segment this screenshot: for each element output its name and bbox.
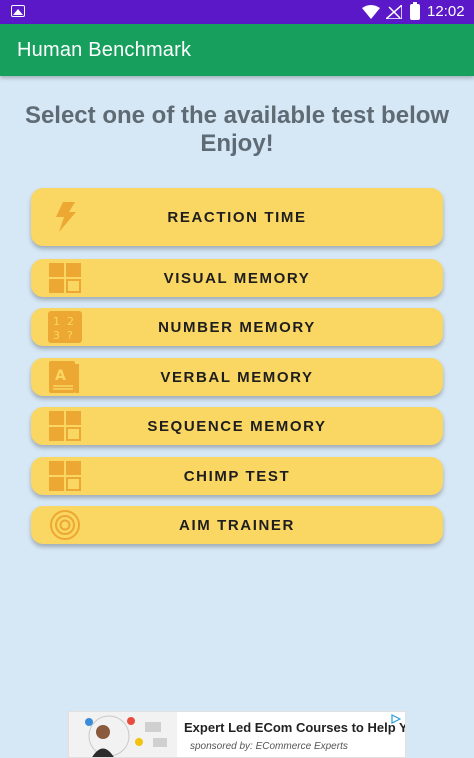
ad-sponsor: sponsored by: ECommerce Experts bbox=[190, 741, 348, 752]
status-bar: 12:02 bbox=[0, 0, 474, 24]
number-memory-button[interactable]: 1 2 3 ? NUMBER MEMORY bbox=[31, 308, 443, 346]
clock: 12:02 bbox=[427, 3, 465, 20]
visual-memory-label: VISUAL MEMORY bbox=[163, 270, 311, 287]
page-headline: Select one of the available test below E… bbox=[24, 102, 450, 157]
verbal-memory-label: VERBAL MEMORY bbox=[160, 369, 314, 386]
number-memory-label: NUMBER MEMORY bbox=[158, 319, 316, 336]
app-title: Human Benchmark bbox=[17, 39, 192, 61]
app-bar: Human Benchmark bbox=[0, 24, 474, 76]
verbal-memory-button[interactable]: A VERBAL MEMORY bbox=[31, 358, 443, 396]
reaction-time-button[interactable]: REACTION TIME bbox=[31, 188, 443, 246]
gallery-icon bbox=[11, 5, 25, 17]
no-signal-icon bbox=[386, 5, 402, 19]
wifi-icon bbox=[362, 5, 380, 19]
sequence-memory-button[interactable]: SEQUENCE MEMORY bbox=[31, 407, 443, 445]
ad-headline: Expert Led ECom Courses to Help Yo... bbox=[184, 720, 406, 735]
chimp-test-button[interactable]: CHIMP TEST bbox=[31, 457, 443, 495]
visual-memory-button[interactable]: VISUAL MEMORY bbox=[31, 259, 443, 297]
ad-banner[interactable]: Expert Led ECom Courses to Help Yo... sp… bbox=[68, 711, 406, 758]
ad-choices-icon[interactable] bbox=[391, 714, 401, 724]
chimp-test-label: CHIMP TEST bbox=[183, 468, 291, 485]
aim-trainer-button[interactable]: AIM TRAINER bbox=[31, 506, 443, 544]
battery-icon bbox=[410, 2, 420, 20]
aim-trainer-label: AIM TRAINER bbox=[179, 517, 295, 534]
reaction-time-label: REACTION TIME bbox=[167, 209, 307, 226]
sequence-memory-label: SEQUENCE MEMORY bbox=[147, 418, 327, 435]
ad-image bbox=[69, 712, 177, 757]
